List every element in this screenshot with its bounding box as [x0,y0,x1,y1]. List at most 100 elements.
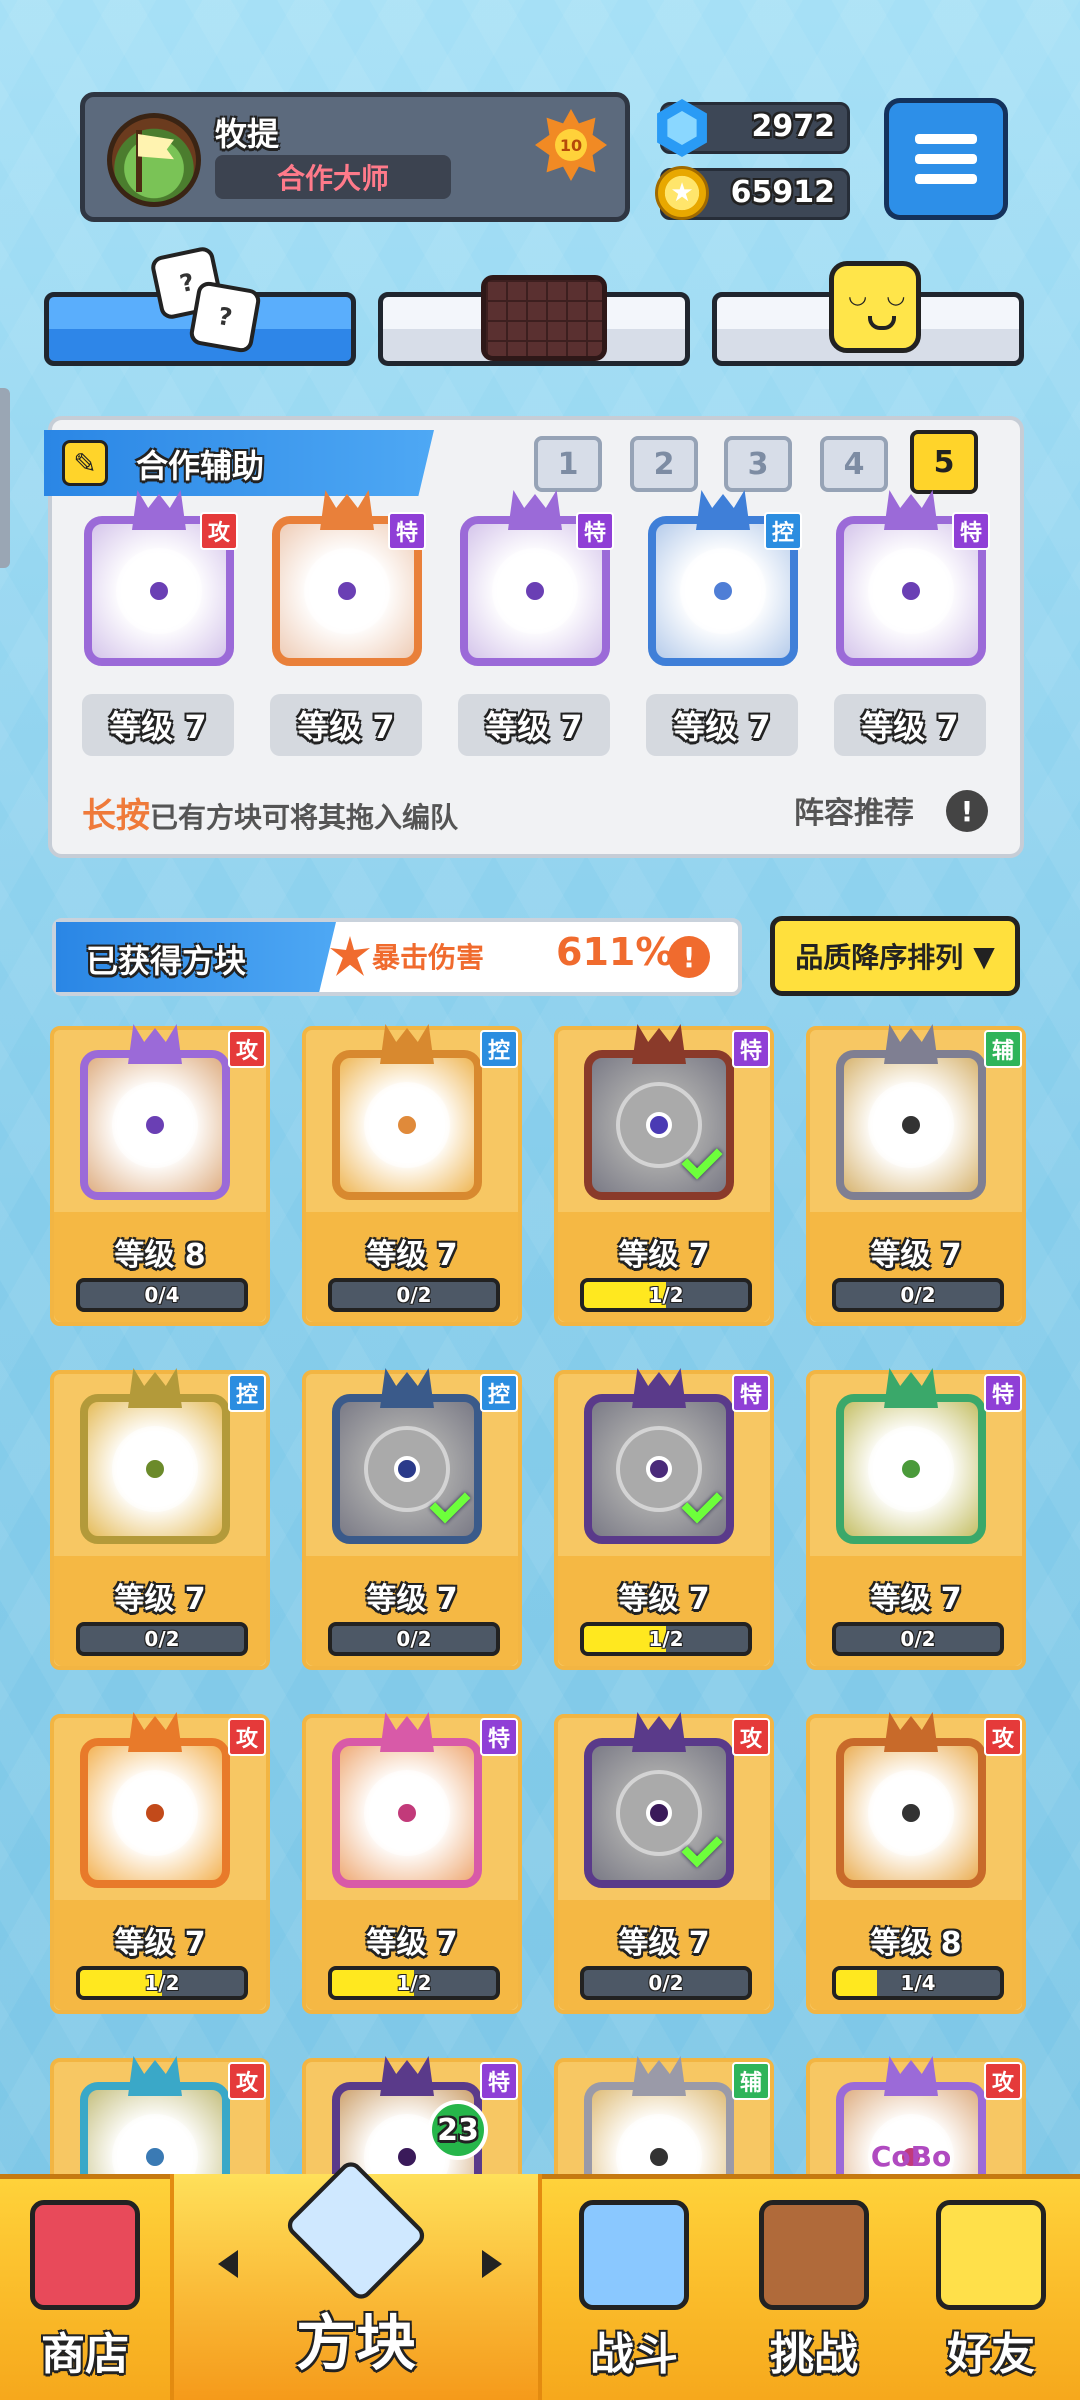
block-card[interactable]: 控等级 7 0/2 [302,1024,522,1326]
block-card[interactable]: 控等级 7 0/2 [50,1368,270,1670]
block-card[interactable]: 特等级 7 1/2 [302,1712,522,2014]
notification-badge: 23 [428,2100,488,2160]
coin-counter[interactable]: ★ 65912 [655,166,850,220]
owned-header: 已获得方块 暴击伤害 611% ! [52,918,742,996]
crit-info-icon[interactable]: ! [668,936,710,978]
info-icon[interactable]: ! [946,790,988,832]
type-tag: 攻 [984,1718,1022,1756]
nav-label: 方块 [296,2309,416,2379]
card-level: 等级 7 [618,1582,710,1617]
progress-text: 0/4 [144,1283,180,1307]
block-card[interactable]: 攻等级 7 0/2 [554,1712,774,2014]
progress-text: 0/2 [900,1627,936,1651]
type-tag: 攻 [228,2062,266,2100]
type-tag: 攻 [228,1718,266,1756]
nav-mystery-cube[interactable]: 方块 [170,2157,542,2400]
nav-label: 商店 [41,2329,129,2380]
progress-bar: 0/2 [580,1966,752,2000]
type-tag: 特 [732,1374,770,1412]
progress-bar: 0/2 [76,1622,248,1656]
block-icon [836,1368,986,1544]
dice-icon: ? ? [147,245,267,361]
type-tag: 控 [764,512,802,550]
block-icon [836,1024,986,1200]
block-card[interactable]: 特等级 7 1/2 [554,1368,774,1670]
progress-bar: 0/2 [328,1278,500,1312]
team-slot[interactable]: 攻 [80,490,238,672]
block-icon [80,1368,230,1544]
nav-label: 战斗 [590,2329,678,2380]
card-level: 等级 7 [618,1926,710,1961]
arrow-right-icon[interactable] [482,2250,502,2278]
sort-label: 品质降序排列 [795,941,964,974]
type-tag: 辅 [732,2062,770,2100]
block-card[interactable]: 辅等级 7 0/2 [806,1024,1026,1326]
block-icon [584,1024,734,1200]
side-edge-handle[interactable] [0,388,10,568]
chevron-down-icon: ▼ [973,939,995,973]
type-tag: 特 [576,512,614,550]
nav-battle[interactable]: 战斗 [542,2174,726,2400]
tab-board[interactable] [378,275,690,366]
team-slot[interactable]: 特 [456,490,614,672]
avatar[interactable] [107,113,201,207]
nav-shop[interactable]: 商店 [0,2174,170,2400]
mystery-cube-icon [282,2157,430,2304]
block-card[interactable]: 攻等级 8 1/4 [806,1712,1026,2014]
sort-dropdown[interactable]: 品质降序排列 ▼ [770,916,1020,996]
block-icon [332,1024,482,1200]
block-card[interactable]: 攻等级 8 0/4 [50,1024,270,1326]
slot-level: 等级 7 [82,694,234,756]
gem-icon [657,99,707,157]
block-icon [584,1368,734,1544]
recommend-button[interactable]: 阵容推荐 [794,788,914,832]
nav-challenge[interactable]: 挑战 [726,2174,902,2400]
nav-label: 挑战 [770,2329,858,2380]
block-card[interactable]: 控等级 7 0/2 [302,1368,522,1670]
chocolate-board-icon [481,275,607,361]
progress-bar: 0/2 [832,1622,1004,1656]
deck-tab-1[interactable]: 1 [534,436,602,492]
arrow-left-icon[interactable] [218,2250,238,2278]
profile-panel[interactable]: 牧提 合作大师 10 [80,92,630,222]
challenge-icon [759,2200,869,2310]
team-slot[interactable]: 特 [832,490,990,672]
pencil-icon[interactable]: ✎ [62,440,108,486]
block-card[interactable]: 攻等级 7 1/2 [50,1712,270,2014]
gem-counter[interactable]: 2972 [657,99,850,157]
smiley-cube-icon [829,261,921,353]
slot-level: 等级 7 [646,694,798,756]
type-tag: 攻 [200,512,238,550]
team-slot[interactable]: 特 [268,490,426,672]
tab-emote[interactable] [712,261,1024,366]
team-header: ✎ 合作辅助 [44,430,434,496]
crit-value: 611% [556,930,674,974]
progress-bar: 0/2 [328,1622,500,1656]
slot-level: 等级 7 [834,694,986,756]
block-card[interactable]: 特等级 7 0/2 [806,1368,1026,1670]
nav-friends[interactable]: 好友 [902,2174,1080,2400]
type-tag: 辅 [984,1030,1022,1068]
card-level: 等级 8 [114,1238,206,1273]
deck-tab-5[interactable]: 5 [910,430,978,494]
card-level: 等级 7 [870,1238,962,1273]
block-card[interactable]: 特等级 7 1/2 [554,1024,774,1326]
nav-label: 好友 [947,2329,1035,2380]
team-slot[interactable]: 控 [644,490,802,672]
menu-button[interactable] [884,98,1008,220]
progress-bar: 0/4 [76,1278,248,1312]
type-tag: 特 [480,2062,518,2100]
tab-dice[interactable]: ? ? [44,245,356,366]
deck-tab-2[interactable]: 2 [630,436,698,492]
type-tag: 特 [388,512,426,550]
card-level: 等级 7 [366,1582,458,1617]
card-level: 等级 7 [114,1582,206,1617]
card-level: 等级 7 [870,1582,962,1617]
progress-text: 0/2 [144,1627,180,1651]
player-name: 牧提 [215,115,280,153]
deck-tab-4[interactable]: 4 [820,436,888,492]
owned-title: 已获得方块 [86,942,247,980]
card-level: 等级 7 [618,1238,710,1273]
deck-tab-3[interactable]: 3 [724,436,792,492]
progress-text: 1/4 [900,1971,936,1995]
